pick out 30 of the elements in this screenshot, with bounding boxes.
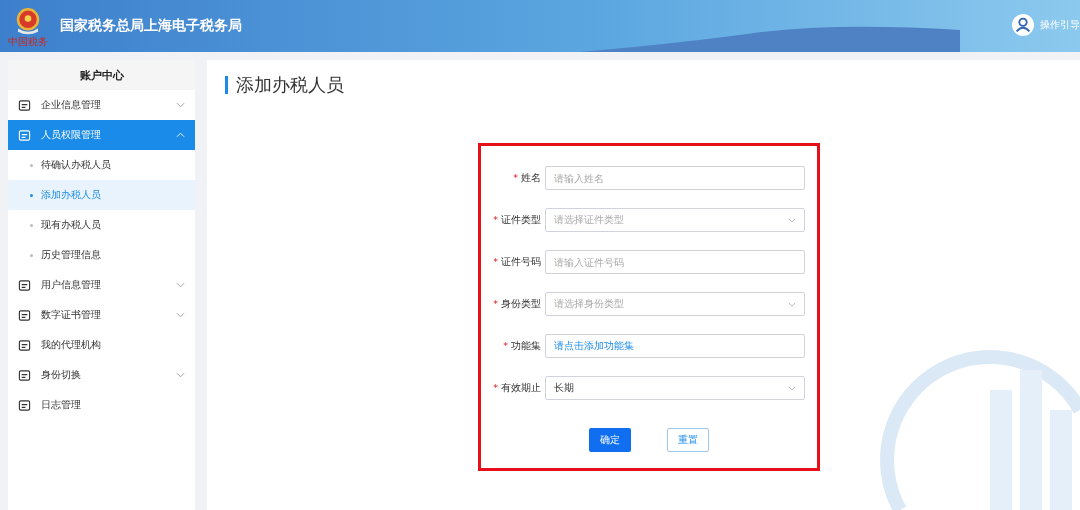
logo-caption: 中国税务 — [8, 35, 48, 47]
submenu-item[interactable]: 历史管理信息 — [8, 240, 195, 270]
menu-item[interactable]: 数字证书管理 — [8, 300, 195, 330]
menu-item[interactable]: 我的代理机构 — [8, 330, 195, 360]
field-label: * 姓名 — [512, 171, 541, 185]
confirm-button[interactable]: 确定 — [589, 428, 631, 452]
user-icon[interactable] — [1012, 14, 1034, 36]
chevron-down-icon — [788, 301, 796, 307]
submenu-item[interactable]: 现有办税人员 — [8, 210, 195, 240]
menu-item[interactable]: 人员权限管理 — [8, 120, 195, 150]
input-field[interactable]: 请输入证件号码 — [545, 250, 805, 274]
site-title: 国家税务总局上海电子税务局 — [60, 17, 242, 35]
chevron-down-icon — [788, 385, 796, 391]
menu-item[interactable]: 用户信息管理 — [8, 270, 195, 300]
submenu-item[interactable]: 待确认办税人员 — [8, 150, 195, 180]
sidebar-title: 账户中心 — [8, 60, 195, 90]
field-label: * 有效期止 — [492, 381, 541, 395]
chevron-down-icon — [788, 217, 796, 223]
field-label: * 功能集 — [502, 339, 541, 353]
reset-button[interactable]: 重置 — [667, 428, 709, 452]
menu-item[interactable]: 身份切换 — [8, 360, 195, 390]
field-label: * 证件号码 — [492, 255, 541, 269]
menu-item[interactable]: 日志管理 — [8, 390, 195, 420]
field-label: * 证件类型 — [492, 213, 541, 227]
picker-field[interactable]: 请点击添加功能集 — [545, 334, 805, 358]
select-field[interactable]: 长期 — [545, 376, 805, 400]
menu-item[interactable]: 企业信息管理 — [8, 90, 195, 120]
page-title: 添加办税人员 — [225, 76, 344, 94]
input-field[interactable]: 请输入姓名 — [545, 166, 805, 190]
field-label: * 身份类型 — [492, 297, 541, 311]
